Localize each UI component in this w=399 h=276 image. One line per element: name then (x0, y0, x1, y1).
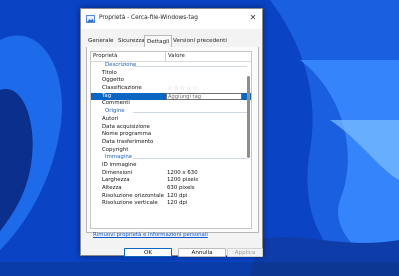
property-row[interactable]: Nome programma (91, 131, 251, 139)
details-panel: Proprietà Valore Descrizione Titolo Oggett… (86, 47, 259, 233)
close-icon[interactable]: ✕ (246, 11, 260, 25)
property-value[interactable]: 120 dpi (167, 193, 187, 201)
property-value[interactable]: 1200 x 630 (167, 170, 198, 178)
property-row[interactable]: Tag Aggiungi tag (91, 92, 251, 101)
column-divider[interactable] (165, 52, 166, 61)
section-divider (133, 66, 247, 67)
property-row[interactable]: Titolo (91, 70, 251, 78)
property-name: Data acquisizione (102, 123, 150, 130)
grid-header: Proprietà Valore (91, 52, 251, 62)
section-header: Immagine (91, 154, 251, 162)
property-value[interactable]: 630 pixels (167, 185, 195, 193)
property-row[interactable]: Risoluzione orizzontale 120 dpi (91, 193, 251, 201)
ok-button[interactable]: OK (124, 248, 172, 257)
cancel-button[interactable]: Annulla (178, 248, 226, 257)
property-value[interactable]: 1200 pixels (167, 177, 198, 185)
property-name: Tag (102, 92, 112, 99)
section-header: Origine (91, 108, 251, 116)
property-row[interactable]: Copyright (91, 147, 251, 155)
property-row[interactable]: Classificazione ☆☆☆☆☆ (91, 85, 251, 93)
properties-dialog: Proprietà - Cerca-file-Windows-tag ✕ Gen… (80, 8, 263, 257)
column-header-property[interactable]: Proprietà (93, 53, 117, 59)
properties-grid[interactable]: Proprietà Valore Descrizione Titolo Oggett… (90, 51, 252, 229)
section-divider (133, 112, 247, 114)
scroll-thumb[interactable] (247, 76, 250, 158)
property-name: Risoluzione orizzontale (102, 192, 164, 199)
property-name: Titolo (102, 69, 117, 76)
property-name: Larghezza (102, 177, 130, 184)
property-row[interactable]: Autori (91, 116, 251, 124)
property-name: Nome programma (102, 131, 152, 138)
rating-stars-icon[interactable]: ☆☆☆☆☆ (167, 85, 199, 93)
property-row[interactable]: Altezza 630 pixels (91, 185, 251, 193)
property-name: ID immagine (102, 161, 137, 168)
property-rows: Descrizione Titolo Oggetto Classificazione ☆… (91, 62, 251, 208)
property-value[interactable]: 120 dpi (167, 200, 187, 208)
property-name: Autori (102, 115, 119, 122)
section-divider (133, 158, 247, 160)
property-row[interactable]: Risoluzione verticale 120 dpi (91, 200, 251, 208)
property-name: Data trasferimento (102, 138, 154, 145)
window-title: Proprietà - Cerca-file-Windows-tag (99, 15, 198, 21)
image-file-icon (86, 15, 95, 23)
property-name: Dimensioni (102, 169, 133, 176)
property-row[interactable]: Data trasferimento (91, 139, 251, 147)
tab-versioni-precedenti[interactable]: Versioni precedenti (171, 37, 229, 47)
tab-sicurezza[interactable]: Sicurezza (116, 37, 147, 47)
tag-input[interactable]: Aggiungi tag (166, 93, 242, 100)
apply-button[interactable]: Applica (227, 248, 263, 257)
section-label: Origine (105, 108, 125, 115)
property-name: Altezza (102, 185, 122, 191)
title-bar: Proprietà - Cerca-file-Windows-tag ✕ (81, 9, 262, 29)
property-row[interactable]: Commenti (91, 100, 251, 108)
property-name: Copyright (102, 146, 129, 153)
property-name: Risoluzione verticale (102, 200, 158, 207)
property-name: Oggetto (102, 77, 124, 84)
section-label: Immagine (105, 154, 133, 161)
property-name: Classificazione (102, 85, 142, 92)
property-row[interactable]: Oggetto (91, 77, 251, 85)
property-row[interactable]: Larghezza 1200 pixels (91, 177, 251, 185)
property-row[interactable]: Data acquisizione (91, 124, 251, 132)
column-header-value[interactable]: Valore (168, 53, 185, 59)
tab-generale[interactable]: Generale (86, 37, 116, 47)
vertical-scrollbar[interactable] (247, 62, 250, 226)
property-name: Commenti (102, 100, 130, 107)
property-row[interactable]: Dimensioni 1200 x 630 (91, 170, 251, 178)
section-header: Descrizione (91, 62, 251, 70)
property-row[interactable]: ID immagine (91, 162, 251, 170)
remove-properties-link[interactable]: Rimuovi proprietà e informazioni persona… (93, 232, 208, 238)
section-label: Descrizione (105, 62, 137, 68)
